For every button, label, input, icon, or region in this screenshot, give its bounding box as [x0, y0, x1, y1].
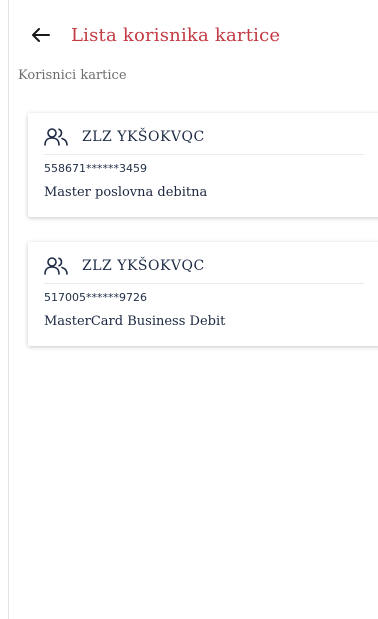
- card-user-item[interactable]: ZLZ YKŠOKVQC 517005******9726 MasterCard…: [28, 242, 378, 346]
- app-bar: Lista korisnika kartice: [31, 22, 280, 48]
- section-label: Korisnici kartice: [18, 68, 127, 83]
- card-user-name: ZLZ YKŠOKVQC: [82, 129, 205, 145]
- card-user-header: ZLZ YKŠOKVQC: [44, 124, 205, 150]
- card-user-header: ZLZ YKŠOKVQC: [44, 253, 205, 279]
- arrow-left-icon[interactable]: [31, 25, 51, 45]
- page-title: Lista korisnika kartice: [71, 24, 281, 46]
- divider: [44, 283, 364, 284]
- card-type: Master poslovna debitna: [44, 185, 208, 200]
- users-icon: [44, 255, 68, 277]
- card-number: 558671******3459: [44, 162, 147, 175]
- screen-frame: Lista korisnika kartice Korisnici kartic…: [8, 0, 378, 619]
- users-icon: [44, 126, 68, 148]
- card-number: 517005******9726: [44, 291, 147, 304]
- divider: [44, 154, 364, 155]
- card-user-item[interactable]: ZLZ YKŠOKVQC 558671******3459 Master pos…: [28, 113, 378, 217]
- card-user-name: ZLZ YKŠOKVQC: [82, 258, 205, 274]
- card-type: MasterCard Business Debit: [44, 314, 226, 329]
